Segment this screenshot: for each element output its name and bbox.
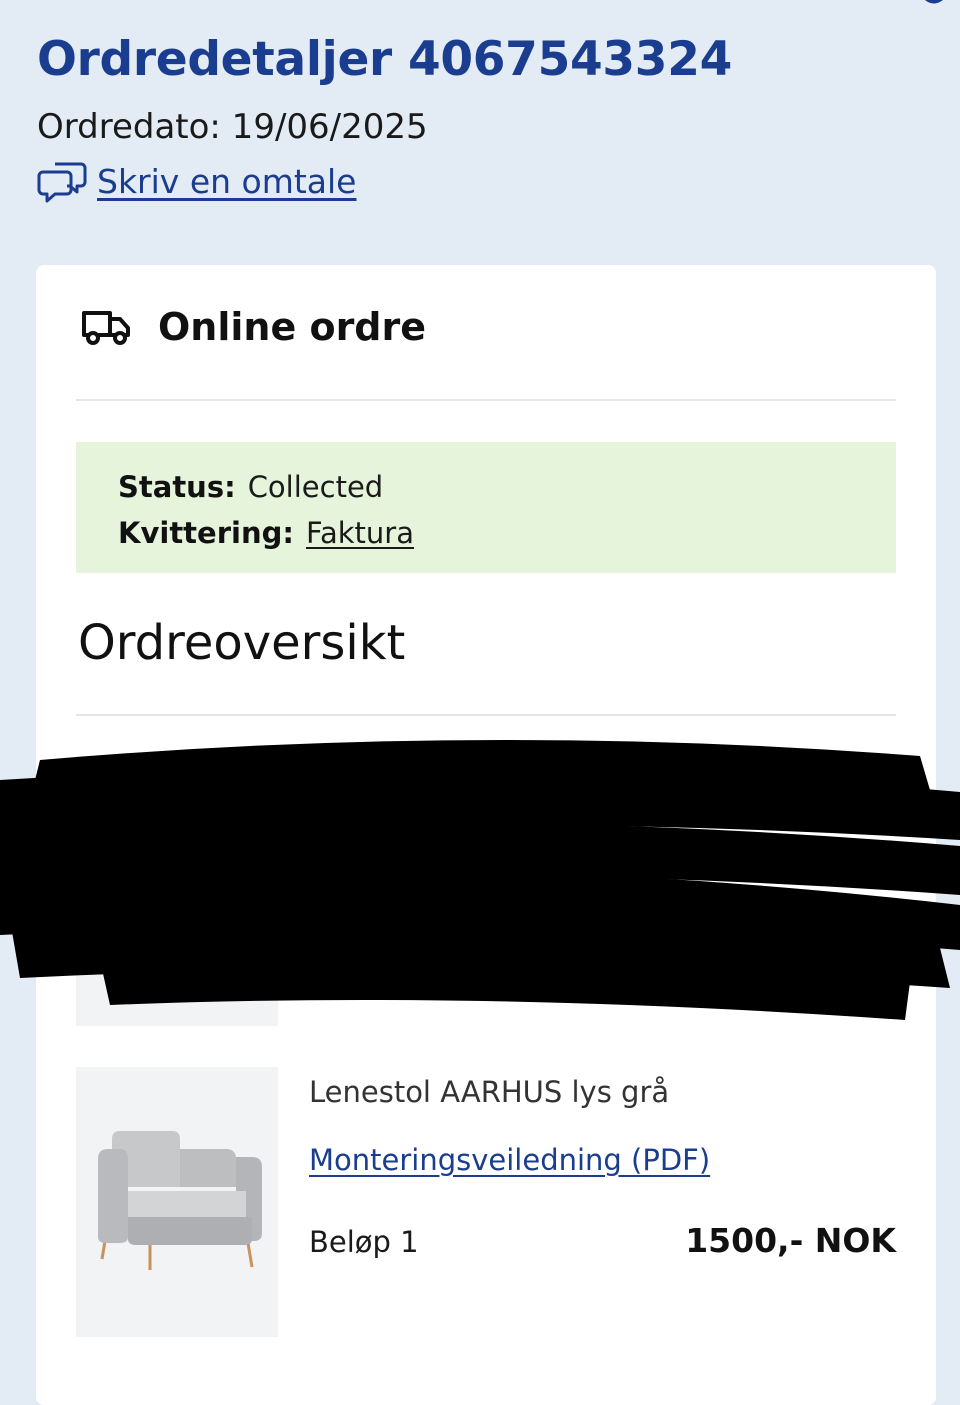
order-type-header: Online ordre [80,305,426,349]
product-name: Lenestol AARHUS lys grå [309,1075,670,1109]
page-title: Ordredetaljer 4067543324 [37,32,733,87]
status-label: Status: [118,470,236,504]
truck-icon [82,311,130,345]
order-type-title: Online ordre [158,305,427,349]
status-panel: Status: Collected Kvittering: Faktura [76,442,896,573]
corner-partial-icon [925,0,943,4]
receipt-row: Kvittering: Faktura [118,510,896,556]
order-card: Online ordre Status: Collected Kvitterin… [36,265,936,1405]
order-header: Ordredetaljer 4067543324 Ordredato: 19/0… [37,28,927,204]
status-value: Collected [247,470,384,504]
receipt-label: Kvittering: [118,516,294,550]
order-date: Ordredato: 19/06/2025 [37,107,428,147]
order-overview-title: Ordreoversikt [78,615,406,671]
assembly-guide-link[interactable]: Monteringsveiledning (PDF) [309,1143,710,1177]
product-image[interactable] [76,1067,278,1337]
armchair-image [98,1131,262,1270]
divider [76,399,896,401]
product-quantity: Beløp 1 [309,1225,419,1259]
invoice-link[interactable]: Faktura [306,510,414,556]
divider [76,714,896,716]
product-image-redacted [76,756,278,1026]
write-review-label: Skriv en omtale [97,161,357,201]
write-review-link[interactable]: Skriv en omtale [37,158,927,204]
product-price: 1500,- NOK [685,1221,896,1260]
status-row: Status: Collected [118,464,896,510]
speech-bubbles-icon [37,162,87,203]
